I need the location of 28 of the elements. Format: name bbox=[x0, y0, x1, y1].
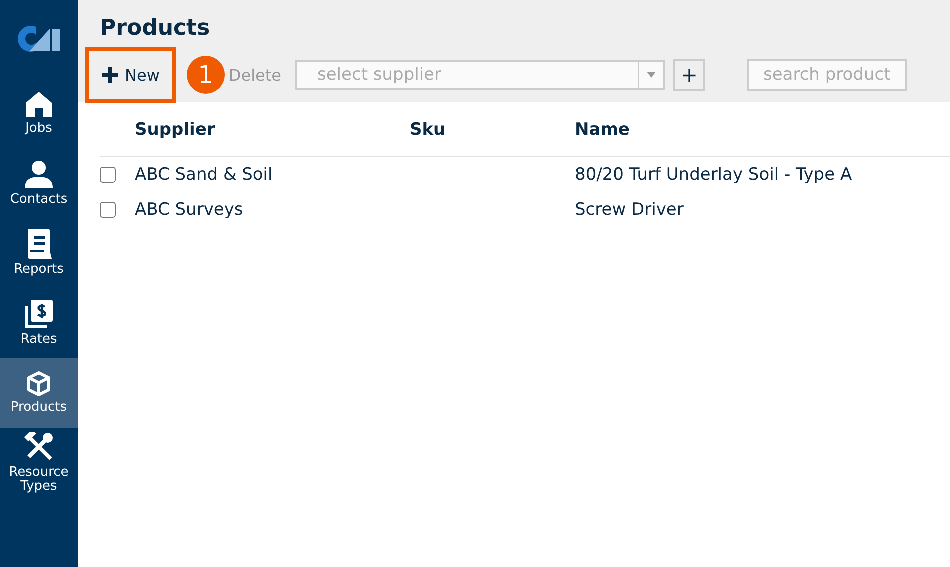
new-button[interactable]: New bbox=[85, 47, 176, 103]
add-supplier-button[interactable]: + bbox=[673, 59, 706, 91]
caret-icon bbox=[646, 72, 656, 78]
box-icon bbox=[27, 371, 51, 397]
sidebar-item[interactable]: Products bbox=[0, 358, 78, 428]
search-field[interactable]: search product bbox=[747, 59, 908, 91]
table-cell-text: Screw Driver bbox=[575, 198, 685, 222]
document-icon bbox=[26, 229, 52, 259]
column-header: Sku bbox=[410, 119, 447, 142]
table-cell-text: ABC Sand & Soil bbox=[135, 164, 274, 186]
column-header: Supplier bbox=[135, 119, 216, 142]
row-checkbox[interactable] bbox=[100, 166, 116, 182]
page-title: Products bbox=[100, 16, 212, 43]
table-cell-text: 80/20 Turf Underlay Soil - Type A bbox=[575, 164, 854, 186]
row-checkbox[interactable] bbox=[100, 202, 116, 218]
sidebar-item[interactable]: Rates bbox=[0, 288, 78, 358]
sidebar-item[interactable]: Reports bbox=[0, 218, 78, 288]
plus-icon bbox=[101, 66, 119, 84]
sidebar-item[interactable]: Contacts bbox=[0, 148, 78, 218]
dollar-icon bbox=[24, 299, 54, 329]
sidebar-item[interactable]: Jobs bbox=[0, 78, 78, 148]
person-icon bbox=[24, 159, 54, 189]
column-header: Name bbox=[575, 119, 631, 142]
step-badge: 1 bbox=[186, 56, 225, 94]
table-cell-text: ABC Surveys bbox=[135, 198, 244, 222]
house-icon bbox=[25, 90, 53, 118]
tools-icon bbox=[24, 432, 54, 462]
sidebar-item[interactable]: Resource Types bbox=[0, 428, 78, 498]
